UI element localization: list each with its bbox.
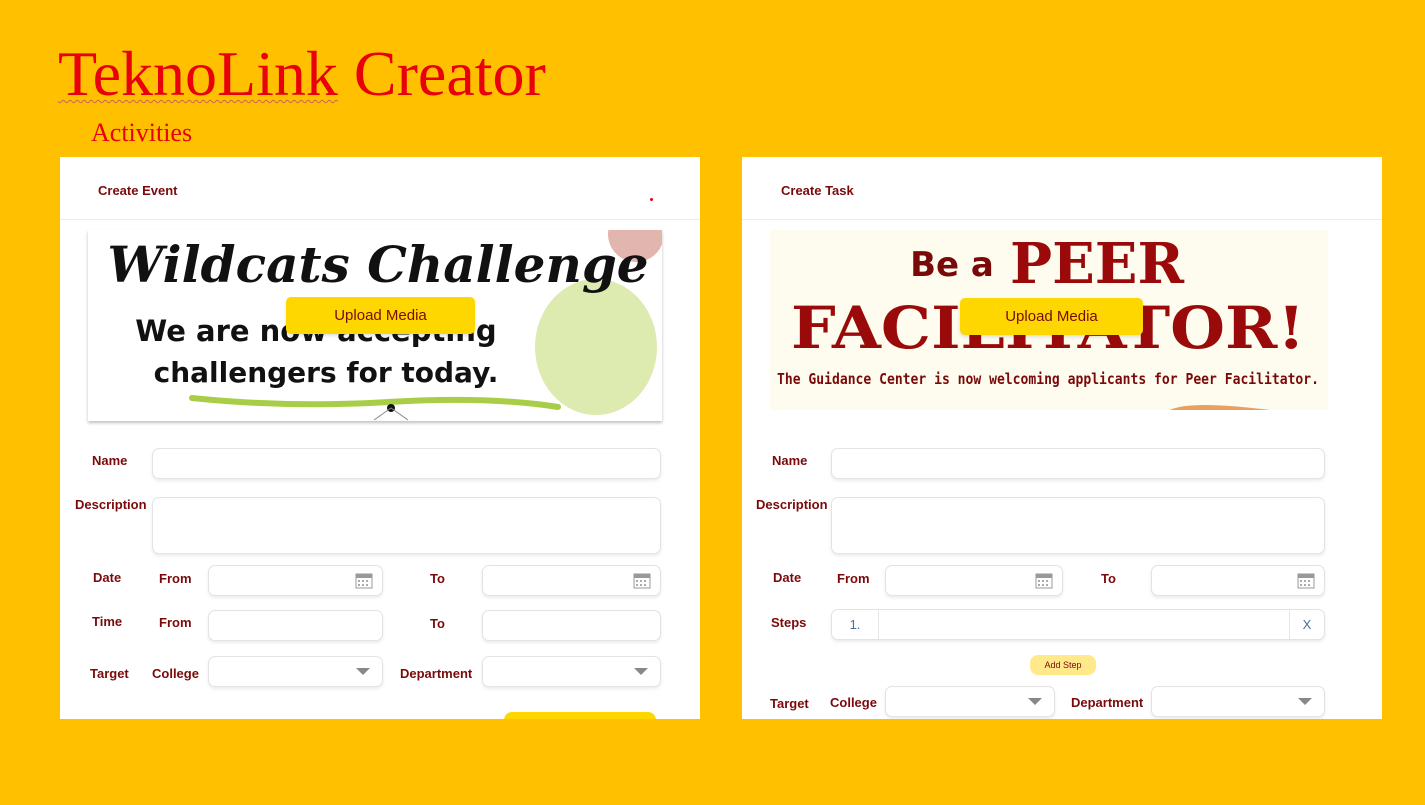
upload-media-button[interactable]: Upload Media: [960, 298, 1143, 335]
calendar-icon[interactable]: [1296, 570, 1316, 590]
time-to-label: To: [430, 616, 445, 631]
calendar-icon[interactable]: [1034, 570, 1054, 590]
name-label: Name: [92, 453, 128, 468]
steps-label: Steps: [771, 615, 807, 630]
department-label: Department: [1071, 695, 1144, 710]
app-title-suffix: Creator: [337, 38, 546, 109]
upload-media-button[interactable]: Upload Media: [286, 297, 475, 334]
card-title: Create Event: [98, 183, 178, 198]
add-step-button[interactable]: Add Step: [1030, 655, 1096, 675]
description-input[interactable]: [831, 497, 1325, 554]
chevron-down-icon: [1298, 698, 1312, 705]
college-label: College: [830, 695, 877, 710]
department-select[interactable]: [482, 656, 661, 687]
name-label: Name: [772, 453, 808, 468]
name-input[interactable]: [152, 448, 661, 479]
date-label: Date: [93, 570, 122, 585]
time-from-input[interactable]: [208, 610, 383, 641]
app-title: TeknoLink Creator: [58, 36, 546, 112]
step-input[interactable]: [879, 610, 1324, 639]
college-select[interactable]: [885, 686, 1055, 717]
name-input[interactable]: [831, 448, 1325, 479]
calendar-icon[interactable]: [632, 570, 652, 590]
task-banner-image: Be a PEER FACILITATOR! The Guidance Cent…: [770, 230, 1328, 410]
chevron-down-icon: [1028, 698, 1042, 705]
description-label: Description: [756, 497, 828, 512]
banner-line3: challengers for today.: [154, 356, 499, 389]
date-to-input[interactable]: [1151, 565, 1325, 596]
date-to-label: To: [1101, 571, 1116, 586]
app-title-brand: TeknoLink: [58, 38, 338, 109]
create-task-card: Create Task Be a PEER FACILITATOR! The G…: [742, 157, 1382, 719]
remove-step-button[interactable]: X: [1289, 610, 1324, 639]
step-number: 1.: [832, 610, 879, 639]
submit-button[interactable]: [504, 712, 656, 719]
college-label: College: [152, 666, 199, 681]
event-banner-image: Wildcats Challenge We are now accepting …: [88, 230, 662, 421]
banner-peer: PEER: [1010, 231, 1184, 297]
banner-be-a: Be a: [910, 245, 994, 285]
status-dot: [650, 198, 653, 201]
date-from-label: From: [159, 571, 192, 586]
college-select[interactable]: [208, 656, 383, 687]
description-label: Description: [75, 497, 147, 512]
date-from-label: From: [837, 571, 870, 586]
banner-headline: Wildcats Challenge: [107, 235, 648, 294]
date-from-input[interactable]: [208, 565, 383, 596]
target-label: Target: [90, 666, 129, 681]
step-row: 1. X: [831, 609, 1325, 640]
date-to-label: To: [430, 571, 445, 586]
target-label: Target: [770, 696, 809, 711]
card-header: Create Task: [742, 157, 1382, 220]
calendar-icon[interactable]: [354, 570, 374, 590]
time-label: Time: [92, 614, 123, 629]
description-input[interactable]: [152, 497, 661, 554]
time-from-label: From: [159, 615, 192, 630]
card-title: Create Task: [781, 183, 854, 198]
chevron-down-icon: [634, 668, 648, 675]
date-from-input[interactable]: [885, 565, 1063, 596]
date-to-input[interactable]: [482, 565, 661, 596]
date-label: Date: [773, 570, 802, 585]
department-select[interactable]: [1151, 686, 1325, 717]
department-label: Department: [400, 666, 473, 681]
create-event-card: Create Event Wildcats Challenge We are n…: [60, 157, 700, 719]
time-to-input[interactable]: [482, 610, 661, 641]
section-title: Activities: [91, 118, 193, 147]
banner-subtitle: The Guidance Center is now welcoming app…: [777, 370, 1319, 388]
chevron-down-icon: [356, 668, 370, 675]
card-header: Create Event: [60, 157, 700, 220]
